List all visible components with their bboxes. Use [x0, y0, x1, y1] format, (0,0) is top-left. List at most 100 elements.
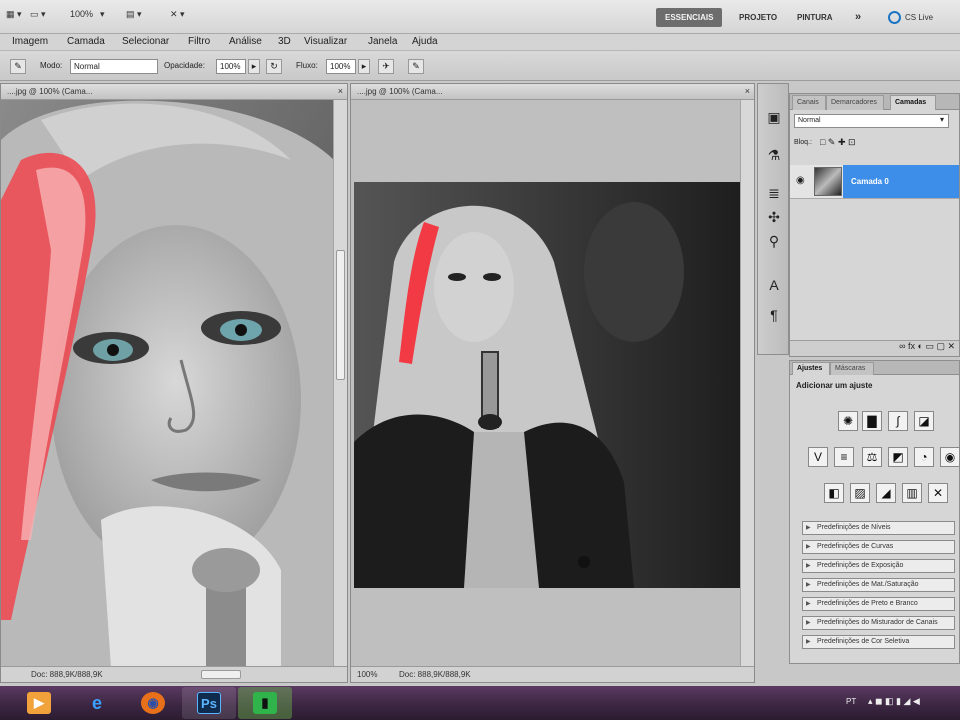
- status-bar-left: Doc: 888,9K/888,9K: [1, 666, 347, 682]
- tab-channels[interactable]: Canais: [792, 95, 826, 110]
- blend-mode-select[interactable]: Normal: [794, 114, 949, 128]
- tray-icons[interactable]: ▴ ◼ ◧ ▮ ◢ ◀: [868, 696, 920, 707]
- character-icon[interactable]: A: [765, 276, 783, 294]
- language-indicator[interactable]: PT: [846, 697, 856, 706]
- preset-black-white[interactable]: Predefinições de Preto e Branco: [802, 597, 955, 611]
- options-bar: ✎ Modo: Normal Opacidade: 100% ▸ ↻ Fluxo…: [0, 51, 960, 81]
- canvas-left[interactable]: [1, 100, 334, 668]
- history-icon[interactable]: ▣: [765, 108, 783, 126]
- workspace-painting-button[interactable]: PINTURA: [788, 8, 842, 27]
- layer-actions-icons[interactable]: ∞ fx ◐ ▭ ▢ ✕: [899, 341, 955, 351]
- clone-source-icon[interactable]: ✣: [765, 208, 783, 226]
- threshold-icon[interactable]: ◢: [876, 483, 896, 503]
- posterize-icon[interactable]: ▨: [850, 483, 870, 503]
- arrange-documents-icon[interactable]: ▤ ▾: [126, 9, 142, 25]
- vertical-scrollbar-right[interactable]: [740, 100, 754, 666]
- more-workspaces-button[interactable]: »: [846, 8, 870, 27]
- portrait-closeup-image: [1, 100, 334, 668]
- flow-dropdown-icon[interactable]: ▸: [358, 59, 370, 74]
- gradient-map-icon[interactable]: ▥: [902, 483, 922, 503]
- preset-selective-color[interactable]: Predefinições de Cor Seletiva: [802, 635, 955, 649]
- grid-icon[interactable]: ▦ ▾: [6, 9, 22, 25]
- menu-help[interactable]: Ajuda: [412, 36, 438, 47]
- selective-color-icon[interactable]: ✕: [928, 483, 948, 503]
- layers-panel: Canais Demarcadores Camadas Normal ▾ Blo…: [789, 93, 960, 357]
- layer-name: Camada 0: [843, 165, 959, 198]
- levels-icon[interactable]: ▇: [862, 411, 882, 431]
- black-white-icon[interactable]: ◩: [888, 447, 908, 467]
- canvas-right[interactable]: [354, 182, 742, 588]
- taskbar-media-player[interactable]: ▶: [12, 687, 66, 719]
- exposure-icon[interactable]: ◪: [914, 411, 934, 431]
- channel-mixer-icon[interactable]: ◉: [940, 447, 960, 467]
- chevron-down-icon[interactable]: ▾: [940, 115, 944, 124]
- menu-layer[interactable]: Camada: [67, 36, 105, 47]
- taskbar-camtasia[interactable]: ▮: [238, 687, 292, 719]
- preset-levels[interactable]: Predefinições de Níveis: [802, 521, 955, 535]
- singer-photo-image: [354, 182, 742, 588]
- tab-paths[interactable]: Demarcadores: [826, 95, 884, 110]
- mode-select[interactable]: Normal: [70, 59, 158, 74]
- actions-icon[interactable]: ⚗: [765, 146, 783, 164]
- menu-bar: Imagem Camada Selecionar Filtro Análise …: [0, 34, 960, 51]
- layer-row[interactable]: ◉ Camada 0: [790, 165, 959, 199]
- menu-select[interactable]: Selecionar: [122, 36, 169, 47]
- opacity-field[interactable]: 100%: [216, 59, 246, 74]
- tab-layers[interactable]: Camadas: [890, 95, 936, 110]
- menu-image[interactable]: Imagem: [12, 36, 48, 47]
- color-balance-icon[interactable]: ⚖: [862, 447, 882, 467]
- workspace-essentials-button[interactable]: ESSENCIAIS: [656, 8, 723, 27]
- tab-adjustments[interactable]: Ajustes: [792, 362, 830, 375]
- workspace-design-button[interactable]: PROJETO: [730, 8, 786, 27]
- menu-window[interactable]: Janela: [368, 36, 397, 47]
- paragraph-icon[interactable]: ¶: [765, 306, 783, 324]
- curves-icon[interactable]: ∫: [888, 411, 908, 431]
- firefox-icon: ◉: [141, 692, 165, 714]
- photoshop-window: ▦ ▾ ▭ ▾ 100% ▾ ▤ ▾ ✕ ▾ ESSENCIAIS PROJET…: [0, 0, 960, 686]
- taskbar-photoshop[interactable]: Ps: [182, 687, 236, 719]
- menu-filter[interactable]: Filtro: [188, 36, 210, 47]
- menu-analysis[interactable]: Análise: [229, 36, 262, 47]
- scroll-thumb[interactable]: [336, 250, 345, 380]
- menu-3d[interactable]: 3D: [278, 36, 291, 47]
- preset-exposure[interactable]: Predefinições de Exposição: [802, 559, 955, 573]
- document-tab-left[interactable]: ....jpg @ 100% (Cama... ×: [1, 84, 347, 100]
- airbrush-icon[interactable]: ✈: [378, 59, 394, 74]
- opacity-dropdown-icon[interactable]: ▸: [248, 59, 260, 74]
- photo-filter-icon[interactable]: ◔: [914, 447, 934, 467]
- taskbar-firefox[interactable]: ◉: [126, 687, 180, 719]
- close-icon[interactable]: ×: [745, 84, 750, 99]
- vibrance-icon[interactable]: V: [808, 447, 828, 467]
- cs-live-button[interactable]: CS Live: [888, 8, 954, 27]
- pressure-opacity-icon[interactable]: ↻: [266, 59, 282, 74]
- preset-hue-saturation[interactable]: Predefinições de Mat./Saturação: [802, 578, 955, 592]
- zoom-field[interactable]: 100%: [357, 667, 377, 682]
- status-bar-right: 100% Doc: 888,9K/888,9K: [351, 666, 754, 682]
- preset-channel-mixer[interactable]: Predefinições do Misturador de Canais: [802, 616, 955, 630]
- zoom-dropdown-icon[interactable]: ▾: [100, 9, 105, 25]
- zoom-level[interactable]: 100%: [70, 9, 93, 25]
- horizontal-scroll-thumb[interactable]: [201, 670, 241, 679]
- brightness-icon[interactable]: ✺: [838, 411, 858, 431]
- invert-icon[interactable]: ◧: [824, 483, 844, 503]
- doc-size-right: Doc: 888,9K/888,9K: [399, 670, 471, 679]
- close-icon[interactable]: ×: [338, 84, 343, 99]
- visibility-eye-icon[interactable]: ◉: [796, 175, 805, 186]
- menu-view[interactable]: Visualizar: [304, 36, 347, 47]
- hue-saturation-icon[interactable]: ≡: [834, 447, 854, 467]
- vertical-scrollbar-left[interactable]: [333, 100, 347, 666]
- document-title-right: ....jpg @ 100% (Cama...: [357, 87, 443, 96]
- tool-presets-icon[interactable]: ⚲: [765, 232, 783, 250]
- taskbar-internet-explorer[interactable]: e: [70, 687, 124, 719]
- pressure-size-icon[interactable]: ✎: [408, 59, 424, 74]
- lock-icons[interactable]: □ ✎ ✚ ⊡: [820, 137, 856, 148]
- brushes-icon[interactable]: ≣: [765, 184, 783, 202]
- brush-preset-icon[interactable]: ✎: [10, 59, 26, 74]
- screen-mode-icon[interactable]: ▭ ▾: [30, 9, 46, 25]
- extras-icon[interactable]: ✕ ▾: [170, 9, 185, 25]
- flow-field[interactable]: 100%: [326, 59, 356, 74]
- document-tab-right[interactable]: ....jpg @ 100% (Cama... ×: [351, 84, 754, 100]
- doc-size-left: Doc: 888,9K/888,9K: [31, 670, 103, 679]
- preset-curves[interactable]: Predefinições de Curvas: [802, 540, 955, 554]
- tab-masks[interactable]: Máscaras: [830, 362, 874, 375]
